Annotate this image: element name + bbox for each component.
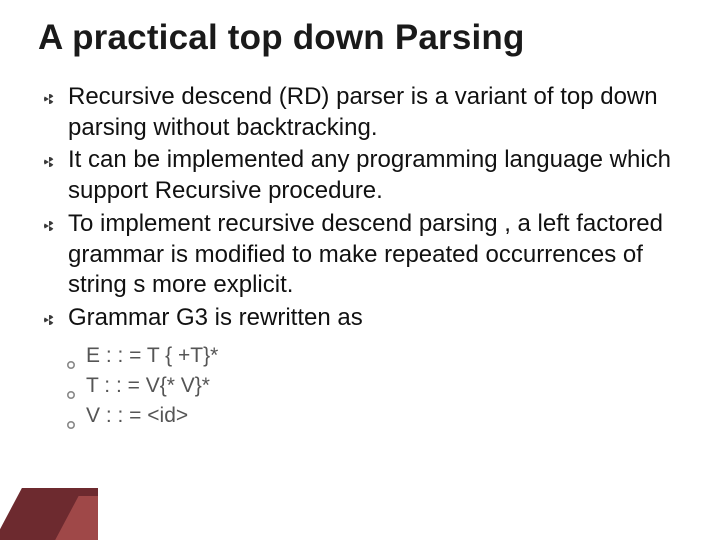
ring-icon bbox=[66, 380, 76, 390]
bullet-text: It can be implemented any programming la… bbox=[68, 146, 671, 204]
sub-bullet-list: E : : = T { +T}* T : : = V{* V}* V : : =… bbox=[66, 342, 682, 431]
slide-title: A practical top down Parsing bbox=[38, 18, 682, 58]
bullet-item: Recursive descend (RD) parser is a varia… bbox=[44, 82, 682, 143]
sub-bullet-item: V : : = <id> bbox=[66, 402, 682, 430]
bullet-text: Recursive descend (RD) parser is a varia… bbox=[68, 83, 658, 141]
ring-icon bbox=[66, 410, 76, 420]
sub-bullet-item: T : : = V{* V}* bbox=[66, 372, 682, 400]
slide: A practical top down Parsing Recursive d… bbox=[0, 0, 720, 540]
sub-bullet-text: V : : = <id> bbox=[86, 404, 188, 427]
bullet-item: To implement recursive descend parsing ,… bbox=[44, 209, 682, 301]
bullet-item: Grammar G3 is rewritten as bbox=[44, 303, 682, 334]
pinwheel-icon bbox=[44, 315, 54, 325]
pinwheel-icon bbox=[44, 157, 54, 167]
main-bullet-list: Recursive descend (RD) parser is a varia… bbox=[44, 82, 682, 334]
sub-bullet-item: E : : = T { +T}* bbox=[66, 342, 682, 370]
ring-icon bbox=[66, 350, 76, 360]
bullet-item: It can be implemented any programming la… bbox=[44, 145, 682, 206]
pinwheel-icon bbox=[44, 94, 54, 104]
sub-bullet-text: E : : = T { +T}* bbox=[86, 344, 218, 367]
pinwheel-icon bbox=[44, 221, 54, 231]
bullet-text: To implement recursive descend parsing ,… bbox=[68, 210, 663, 298]
sub-bullet-text: T : : = V{* V}* bbox=[86, 374, 210, 397]
corner-accent bbox=[0, 480, 98, 540]
bullet-text: Grammar G3 is rewritten as bbox=[68, 304, 363, 331]
